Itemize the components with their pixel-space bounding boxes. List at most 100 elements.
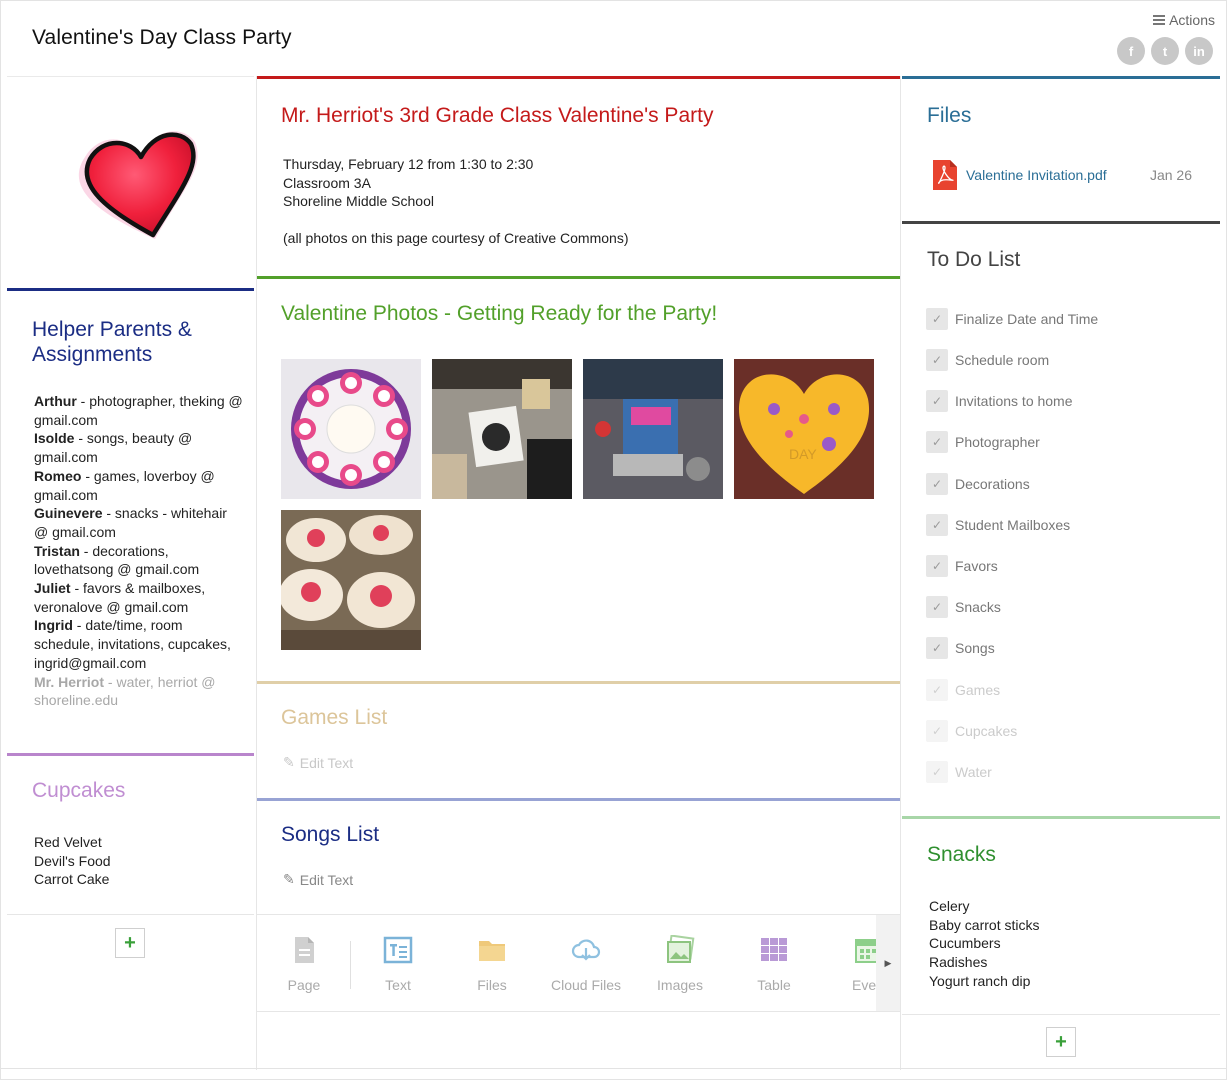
file-name-link[interactable]: Valentine Invitation.pdf	[966, 167, 1107, 183]
add-block-toolbar: Page Text Files Cloud Files Images Table…	[257, 914, 900, 1012]
page-title: Valentine's Day Class Party	[32, 26, 292, 49]
todo-item[interactable]: ✓ Favors	[926, 555, 998, 577]
pencil-icon: ✎	[283, 871, 295, 887]
cupcakes-section: Cupcakes Red Velvet Devil's Food Carrot …	[7, 753, 254, 913]
todo-label: Water	[955, 764, 992, 780]
party-details[interactable]: Thursday, February 12 from 1:30 to 2:30 …	[283, 155, 629, 248]
file-row[interactable]: Valentine Invitation.pdf Jan 26	[932, 159, 1192, 191]
images-icon	[667, 935, 695, 963]
svg-text:DAY: DAY	[789, 446, 817, 462]
songs-edit-text-button[interactable]: ✎ Edit Text	[283, 871, 353, 888]
right-column: Files Valentine Invitation.pdf Jan 26 To…	[902, 76, 1220, 1070]
todo-item[interactable]: ✓ Schedule room	[926, 349, 1049, 371]
list-item: Yogurt ranch dip	[929, 972, 1031, 989]
tool-label: Even	[852, 977, 881, 993]
todo-item[interactable]: ✓ Decorations	[926, 473, 1030, 495]
tool-text[interactable]: Text	[351, 915, 445, 1011]
todo-label: Snacks	[955, 599, 1001, 615]
actions-label: Actions	[1169, 12, 1215, 28]
cupcakes-heading: Cupcakes	[32, 779, 126, 802]
games-edit-text-button[interactable]: ✎ Edit Text	[283, 754, 353, 771]
checkbox-checked-icon[interactable]: ✓	[926, 473, 948, 495]
photos-heading: Valentine Photos - Getting Ready for the…	[281, 302, 718, 325]
tool-page[interactable]: Page	[257, 915, 351, 1011]
add-block-button[interactable]: +	[115, 928, 145, 958]
games-list-section: Games List ✎ Edit Text	[257, 681, 900, 798]
helper-entry: Tristan - decorations, lovethatsong @ gm…	[34, 542, 200, 578]
checkbox-icon[interactable]: ✓	[926, 679, 948, 701]
todo-label: Photographer	[955, 434, 1040, 450]
tool-label: Text	[385, 977, 411, 993]
page-icon	[295, 937, 314, 963]
checkbox-checked-icon[interactable]: ✓	[926, 596, 948, 618]
toolbar-scroll-right-button[interactable]: ▶	[876, 915, 900, 1011]
cupcakes-list[interactable]: Red Velvet Devil's Food Carrot Cake	[34, 833, 111, 889]
photo-cupcakes[interactable]	[281, 510, 421, 650]
snacks-heading: Snacks	[927, 843, 996, 866]
todo-item[interactable]: ✓ Songs	[926, 637, 995, 659]
helper-parents-section: Helper Parents & Assignments Arthur - ph…	[7, 288, 254, 753]
todo-label: Games	[955, 682, 1001, 698]
list-item: Baby carrot sticks	[929, 916, 1040, 933]
facebook-icon[interactable]: f	[1117, 37, 1145, 65]
todo-label: Invitations to home	[955, 393, 1073, 409]
list-item: Radishes	[929, 954, 988, 971]
linkedin-icon[interactable]: in	[1185, 37, 1213, 65]
party-title: Mr. Herriot's 3rd Grade Class Valentine'…	[281, 104, 714, 127]
checkbox-checked-icon[interactable]: ✓	[926, 514, 948, 536]
todo-item[interactable]: ✓ Games	[926, 679, 1000, 701]
checkbox-checked-icon[interactable]: ✓	[926, 308, 948, 330]
snacks-list[interactable]: Celery Baby carrot sticks Cucumbers Radi…	[929, 897, 1039, 991]
add-block-button[interactable]: +	[1046, 1027, 1076, 1057]
todo-item[interactable]: ✓ Student Mailboxes	[926, 514, 1070, 536]
helper-entry: Ingrid - date/time, room schedule, invit…	[34, 617, 231, 671]
middle-column: Mr. Herriot's 3rd Grade Class Valentine'…	[256, 76, 901, 1070]
list-item: Devil's Food	[34, 852, 111, 869]
tool-table[interactable]: Table	[727, 915, 821, 1011]
checkbox-icon[interactable]: ✓	[926, 720, 948, 742]
list-item: Celery	[929, 898, 970, 914]
folder-icon	[479, 941, 505, 961]
tool-images[interactable]: Images	[633, 915, 727, 1011]
photo-yellow-heart[interactable]: DAY	[734, 359, 874, 499]
party-room: Classroom 3A	[283, 174, 371, 191]
todo-item[interactable]: ✓ Cupcakes	[926, 720, 1017, 742]
tool-label: Files	[477, 977, 507, 993]
photo-supplies[interactable]	[583, 359, 723, 499]
checkbox-checked-icon[interactable]: ✓	[926, 431, 948, 453]
helper-parents-heading: Helper Parents & Assignments	[32, 318, 192, 366]
snacks-section: Snacks Celery Baby carrot sticks Cucumbe…	[902, 816, 1220, 1014]
todo-item[interactable]: ✓ Water	[926, 761, 992, 783]
todo-item[interactable]: ✓ Snacks	[926, 596, 1001, 618]
tool-label: Cloud Files	[550, 977, 622, 993]
heart-image	[78, 131, 198, 239]
twitter-icon[interactable]: t	[1151, 37, 1179, 65]
checkbox-checked-icon[interactable]: ✓	[926, 637, 948, 659]
add-block-zone-right: +	[902, 1014, 1220, 1070]
file-date: Jan 26	[1149, 167, 1192, 183]
todo-item[interactable]: ✓ Invitations to home	[926, 390, 1073, 412]
helper-list[interactable]: Arthur - photographer, theking @ gmail.c…	[34, 392, 244, 710]
photo-craft-table[interactable]	[432, 359, 572, 499]
todo-item[interactable]: ✓ Finalize Date and Time	[926, 308, 1098, 330]
todo-item[interactable]: ✓ Photographer	[926, 431, 1040, 453]
add-block-zone-left: +	[7, 914, 254, 1070]
checkbox-icon[interactable]: ✓	[926, 761, 948, 783]
checkbox-checked-icon[interactable]: ✓	[926, 349, 948, 371]
actions-menu-button[interactable]: Actions	[1153, 12, 1215, 28]
checkbox-checked-icon[interactable]: ✓	[926, 390, 948, 412]
checkbox-checked-icon[interactable]: ✓	[926, 555, 948, 577]
pdf-icon	[933, 160, 957, 190]
social-share-bar: f t in	[1117, 37, 1213, 65]
photo-heart-wheel[interactable]	[281, 359, 421, 499]
todo-heading: To Do List	[927, 248, 1021, 271]
tool-label: Table	[757, 977, 791, 993]
files-heading: Files	[927, 104, 972, 127]
tool-events[interactable]: Even	[821, 915, 881, 1011]
heart-image-block[interactable]	[7, 76, 254, 288]
tool-cloud-files[interactable]: Cloud Files	[539, 915, 633, 1011]
tool-files[interactable]: Files	[445, 915, 539, 1011]
list-item: Carrot Cake	[34, 871, 110, 888]
helper-entry: Arthur - photographer, theking @ gmail.c…	[34, 393, 243, 428]
footer-divider	[0, 1068, 1227, 1069]
